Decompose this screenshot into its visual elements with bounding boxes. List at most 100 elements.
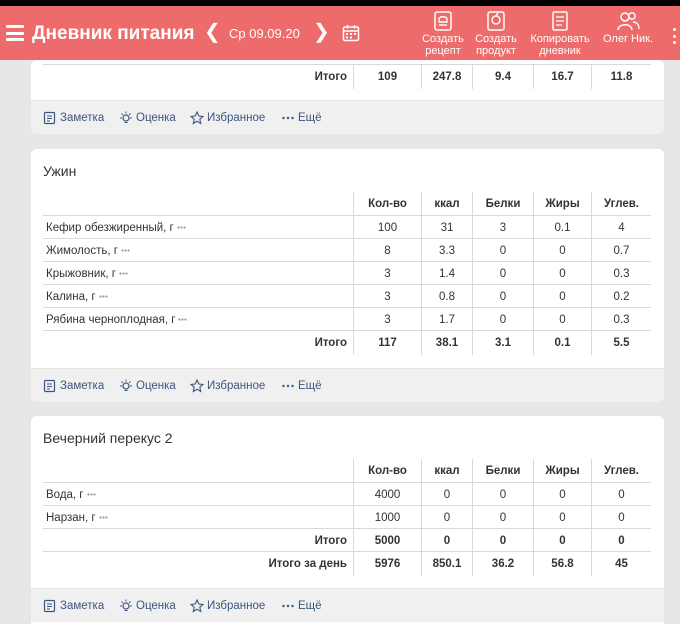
- note-button[interactable]: Заметка: [43, 599, 104, 613]
- kcal-cell: 0: [421, 483, 472, 507]
- more-dots-icon[interactable]: [118, 272, 128, 276]
- copy-diary-label-2: дневник: [539, 45, 581, 57]
- total-kcal: 247.8: [421, 65, 472, 89]
- total-label: Итого: [314, 71, 347, 83]
- kcal-cell: 1.7: [421, 308, 472, 332]
- table-row[interactable]: Рябина черноплодная, г 3 1.7 0 0 0.3: [43, 307, 651, 332]
- table-total-row: Итого 5000 0 0 0 0: [43, 528, 651, 553]
- qty-cell: 3: [353, 308, 421, 332]
- create-recipe-button[interactable]: Создать рецепт: [420, 10, 466, 57]
- rating-button[interactable]: Оценка: [119, 599, 176, 613]
- column-header-kcal: ккал: [421, 459, 472, 483]
- note-button[interactable]: Заметка: [43, 379, 104, 393]
- protein-cell: 0: [472, 262, 533, 286]
- meal-title: Ужин: [43, 163, 77, 179]
- user-menu-button[interactable]: Олег Ник.: [600, 10, 656, 45]
- meal-title: Вечерний перекус 2: [43, 430, 173, 446]
- more-dots-icon: [282, 604, 294, 608]
- total-protein: 3.1: [472, 331, 533, 355]
- more-dots-icon: [282, 116, 294, 120]
- table-row[interactable]: Жимолость, г 8 3.3 0 0 0.7: [43, 238, 651, 263]
- qty-cell: 4000: [353, 483, 421, 507]
- rating-button[interactable]: Оценка: [119, 379, 176, 393]
- current-date[interactable]: Ср 09.09.20: [229, 26, 300, 41]
- more-button[interactable]: Ещё: [281, 111, 322, 125]
- rating-label: Оценка: [136, 600, 176, 612]
- copy-diary-label-1: Копировать: [530, 33, 590, 45]
- menu-icon[interactable]: [6, 25, 24, 41]
- total-qty: 117: [353, 331, 421, 355]
- meal-footer: Заметка Оценка Избранное Ещё: [31, 100, 664, 134]
- total-kcal: 0: [421, 529, 472, 553]
- more-label: Ещё: [298, 112, 322, 124]
- next-day-chevron-icon[interactable]: ❯: [313, 22, 330, 42]
- create-recipe-label-1: Создать: [422, 33, 464, 45]
- meal-footer: Заметка Оценка Избранное Ещё: [31, 588, 664, 622]
- table-row[interactable]: Калина, г 3 0.8 0 0 0.2: [43, 284, 651, 309]
- carbs-cell: 0.3: [591, 308, 651, 332]
- total-carbs: 5.5: [591, 331, 651, 355]
- column-header-protein: Белки: [472, 192, 533, 216]
- food-name[interactable]: Нарзан, г: [46, 506, 108, 530]
- total-qty: 109: [353, 65, 421, 89]
- more-dots-icon[interactable]: [178, 318, 188, 322]
- more-button[interactable]: Ещё: [281, 599, 322, 613]
- app-header: Дневник питания ❮ Ср 09.09.20 ❯ Создать …: [0, 6, 680, 60]
- food-name[interactable]: Крыжовник, г: [46, 262, 128, 286]
- more-dots-icon: [282, 384, 294, 388]
- create-product-button[interactable]: Создать продукт: [472, 10, 520, 57]
- favorite-button[interactable]: Избранное: [190, 111, 265, 125]
- fat-cell: 0: [533, 308, 591, 332]
- protein-cell: 3: [472, 216, 533, 240]
- more-label: Ещё: [298, 380, 322, 392]
- more-dots-icon[interactable]: [86, 493, 96, 497]
- carbs-cell: 0.7: [591, 239, 651, 263]
- lightbulb-icon: [120, 111, 132, 123]
- calendar-icon[interactable]: [342, 24, 360, 42]
- more-button[interactable]: Ещё: [281, 379, 322, 393]
- day-total-protein: 36.2: [472, 552, 533, 576]
- favorite-button[interactable]: Избранное: [190, 599, 265, 613]
- more-dots-icon[interactable]: [98, 295, 108, 299]
- copy-diary-button[interactable]: Копировать дневник: [526, 10, 594, 57]
- table-row[interactable]: Нарзан, г 1000 0 0 0 0: [43, 505, 651, 530]
- more-dots-icon[interactable]: [176, 226, 186, 230]
- food-name[interactable]: Рябина черноплодная, г: [46, 308, 188, 332]
- day-total-qty: 5976: [353, 552, 421, 576]
- rating-button[interactable]: Оценка: [119, 111, 176, 125]
- note-button[interactable]: Заметка: [43, 111, 104, 125]
- fat-cell: 0.1: [533, 216, 591, 240]
- table-row[interactable]: Вода, г 4000 0 0 0 0: [43, 482, 651, 507]
- meal-card-previous: Итого 109 247.8 9.4 16.7 11.8 Заметка Оц…: [31, 60, 664, 134]
- day-total-label: Итого за день: [268, 558, 348, 570]
- more-dots-icon[interactable]: [98, 516, 108, 520]
- favorite-button[interactable]: Избранное: [190, 379, 265, 393]
- more-dots-icon[interactable]: [120, 249, 130, 253]
- user-icon: [617, 12, 640, 31]
- favorite-label: Избранное: [207, 112, 266, 124]
- kcal-cell: 1.4: [421, 262, 472, 286]
- overflow-menu-icon[interactable]: [673, 28, 677, 44]
- food-name[interactable]: Вода, г: [46, 483, 96, 507]
- lightbulb-icon: [120, 599, 132, 611]
- table-total-row: Итого 117 38.1 3.1 0.1 5.5: [43, 330, 651, 355]
- food-name[interactable]: Калина, г: [46, 285, 108, 309]
- table-row[interactable]: Крыжовник, г 3 1.4 0 0 0.3: [43, 261, 651, 286]
- column-header-carbs: Углев.: [591, 459, 651, 483]
- carbs-cell: 0: [591, 483, 651, 507]
- column-header-fat: Жиры: [533, 459, 591, 483]
- total-label: Итого: [314, 337, 347, 349]
- lightbulb-icon: [120, 379, 132, 391]
- more-label: Ещё: [298, 600, 322, 612]
- food-name[interactable]: Жимолость, г: [46, 239, 130, 263]
- qty-cell: 1000: [353, 506, 421, 530]
- table-row[interactable]: Кефир обезжиренный, г 100 31 3 0.1 4: [43, 215, 651, 240]
- total-fat: 0.1: [533, 331, 591, 355]
- kcal-cell: 3.3: [421, 239, 472, 263]
- fat-cell: 0: [533, 506, 591, 530]
- prev-day-chevron-icon[interactable]: ❮: [204, 22, 221, 42]
- star-icon: [190, 111, 204, 125]
- rating-label: Оценка: [136, 112, 176, 124]
- favorite-label: Избранное: [207, 600, 266, 612]
- food-name[interactable]: Кефир обезжиренный, г: [46, 216, 186, 240]
